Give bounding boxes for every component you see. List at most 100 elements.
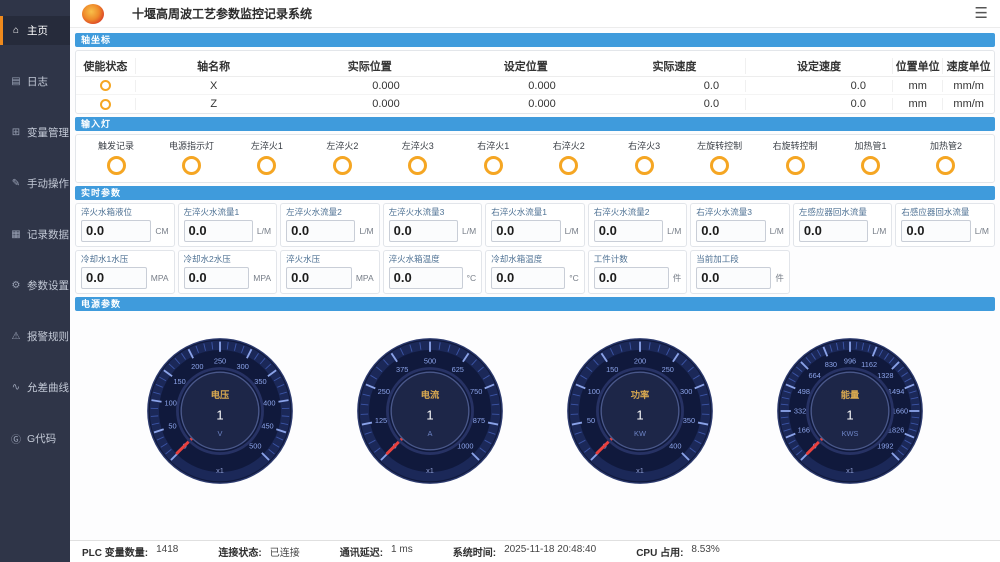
sidebar-item-alarm[interactable]: ⚠报警规则: [0, 322, 70, 351]
sidebar-item-log[interactable]: ▤日志: [0, 67, 70, 96]
input-light-label: 右淬火1: [477, 139, 509, 152]
parameter-line: 0.0件: [696, 267, 784, 289]
sidebar-item-tolerance[interactable]: ∿允差曲线: [0, 373, 70, 402]
svg-text:300: 300: [237, 362, 249, 371]
parameter-value-box[interactable]: 0.0: [696, 267, 771, 289]
status-item-comm-latency: 通讯延迟:1 ms: [340, 544, 413, 559]
input-light: 电源指示灯: [165, 139, 217, 175]
axis-table-body: X0.0000.0000.00.0mmmm/mZ0.0000.0000.00.0…: [76, 77, 994, 113]
parameter-value-box[interactable]: 0.0: [491, 220, 560, 242]
svg-text:V: V: [218, 429, 223, 438]
sidebar-item-home[interactable]: ⌂主页: [0, 16, 70, 45]
svg-text:250: 250: [378, 387, 390, 396]
svg-text:375: 375: [396, 365, 408, 374]
input-light: 左淬火1: [241, 139, 293, 175]
input-light: 加热管1: [845, 139, 897, 175]
status-label: 通讯延迟:: [340, 544, 383, 559]
parameter-value-box[interactable]: 0.0: [491, 267, 565, 289]
sidebar-item-label: 日志: [27, 74, 48, 89]
parameter-value-box[interactable]: 0.0: [799, 220, 868, 242]
sidebar: ⌂主页 ▤日志 ⊞变量管理 ✎手动操作 ▦记录数据 ⚙参数设置 ⚠报警规则 ∿允差曲线 ⒼG代码: [0, 0, 70, 562]
parameter-unit: MPA: [253, 273, 271, 283]
parameter-card: 右淬火水流量10.0L/M: [485, 203, 585, 247]
enable-status-cell: [76, 98, 136, 110]
svg-text:664: 664: [809, 371, 821, 380]
input-light-circle: [484, 156, 503, 175]
input-light-label: 电源指示灯: [169, 139, 214, 152]
svg-text:1: 1: [636, 407, 643, 422]
parameter-value-box[interactable]: 0.0: [594, 267, 669, 289]
sidebar-item-variables[interactable]: ⊞变量管理: [0, 118, 70, 147]
parameter-value-box[interactable]: 0.0: [184, 267, 250, 289]
parameter-value-box[interactable]: 0.0: [286, 267, 352, 289]
parameter-value-box[interactable]: 0.0: [901, 220, 970, 242]
parameter-value: 0.0: [496, 270, 514, 285]
svg-text:电压: 电压: [211, 389, 230, 400]
axis-table-header: 使能状态轴名称实际位置设定位置实际速度设定速度位置单位速度单位: [76, 55, 994, 77]
svg-text:x1: x1: [846, 466, 854, 475]
parameter-card: 右感应器回水流量0.0L/M: [895, 203, 995, 247]
parameter-value-box[interactable]: 0.0: [184, 220, 253, 242]
set-position-cell: 0.000: [448, 98, 604, 110]
parameter-value-box[interactable]: 0.0: [81, 220, 151, 242]
enable-status-light[interactable]: [100, 99, 111, 110]
parameter-label: 淬火水箱液位: [81, 206, 169, 218]
svg-text:400: 400: [669, 442, 681, 451]
parameter-unit: 件: [673, 272, 682, 284]
position-unit-cell: mm: [893, 98, 943, 110]
app-window: ⌂主页 ▤日志 ⊞变量管理 ✎手动操作 ▦记录数据 ⚙参数设置 ⚠报警规则 ∿允差曲线 ⒼG代码…: [0, 0, 1000, 562]
parameter-value: 0.0: [394, 223, 412, 238]
gauge-voltage: 050100150200250300350400450500电压1Vx1: [146, 337, 294, 485]
menu-icon[interactable]: ☰: [975, 6, 988, 21]
svg-text:996: 996: [844, 356, 856, 365]
input-light-circle: [408, 156, 427, 175]
parameter-label: 淬火水箱温度: [389, 253, 477, 265]
svg-text:50: 50: [587, 416, 595, 425]
input-light-circle: [710, 156, 729, 175]
input-light: 右淬火3: [618, 139, 670, 175]
input-light-label: 左淬火2: [326, 139, 358, 152]
svg-text:1: 1: [426, 407, 433, 422]
parameter-value: 0.0: [496, 223, 514, 238]
input-light-label: 左旋转控制: [697, 139, 742, 152]
parameter-line: 0.0L/M: [184, 220, 272, 242]
parameter-value-box[interactable]: 0.0: [81, 267, 147, 289]
axis-table-row: Z0.0000.0000.00.0mmmm/m: [76, 95, 994, 113]
status-label: 系统时间:: [453, 544, 496, 559]
input-light-label: 加热管2: [930, 139, 962, 152]
speed-unit-cell: mm/m: [943, 80, 993, 92]
parameter-line: 0.0L/M: [389, 220, 477, 242]
input-lights: 触发记录电源指示灯左淬火1左淬火2左淬火3右淬火1右淬火2右淬火3左旋转控制右旋…: [75, 134, 995, 183]
sidebar-item-records[interactable]: ▦记录数据: [0, 220, 70, 249]
svg-text:150: 150: [606, 365, 618, 374]
sidebar-item-gcode[interactable]: ⒼG代码: [0, 424, 70, 453]
gauge-current: 01252503755006257508751000电流1Ax1: [356, 337, 504, 485]
column-header: 实际位置: [292, 58, 448, 74]
alarm-icon: ⚠: [10, 331, 22, 342]
enable-status-light[interactable]: [100, 80, 111, 91]
parameter-value-box[interactable]: 0.0: [696, 220, 765, 242]
parameter-value-box[interactable]: 0.0: [594, 220, 663, 242]
parameter-value-box[interactable]: 0.0: [286, 220, 355, 242]
svg-text:50: 50: [168, 422, 176, 431]
parameter-line: 0.0L/M: [491, 220, 579, 242]
parameter-value: 0.0: [291, 223, 309, 238]
parameter-unit: °C: [467, 273, 477, 283]
speed-unit-cell: mm/m: [943, 98, 993, 110]
parameter-value-box[interactable]: 0.0: [389, 267, 463, 289]
svg-text:400: 400: [263, 398, 275, 407]
parameter-card: 淬火水压0.0MPA: [280, 250, 380, 294]
parameter-value: 0.0: [86, 270, 104, 285]
parameter-label: 当前加工段: [696, 253, 784, 265]
parameter-value: 0.0: [189, 223, 207, 238]
section-header-realtime: 实时参数: [75, 186, 995, 200]
sidebar-item-manual[interactable]: ✎手动操作: [0, 169, 70, 198]
sidebar-item-settings[interactable]: ⚙参数设置: [0, 271, 70, 300]
svg-text:1660: 1660: [892, 406, 908, 415]
svg-text:A: A: [428, 429, 433, 438]
input-light-label: 左淬火3: [402, 139, 434, 152]
axis-name-cell: Z: [136, 98, 292, 110]
svg-text:498: 498: [798, 387, 810, 396]
parameter-card: 左感应器回水流量0.0L/M: [793, 203, 893, 247]
parameter-value-box[interactable]: 0.0: [389, 220, 458, 242]
